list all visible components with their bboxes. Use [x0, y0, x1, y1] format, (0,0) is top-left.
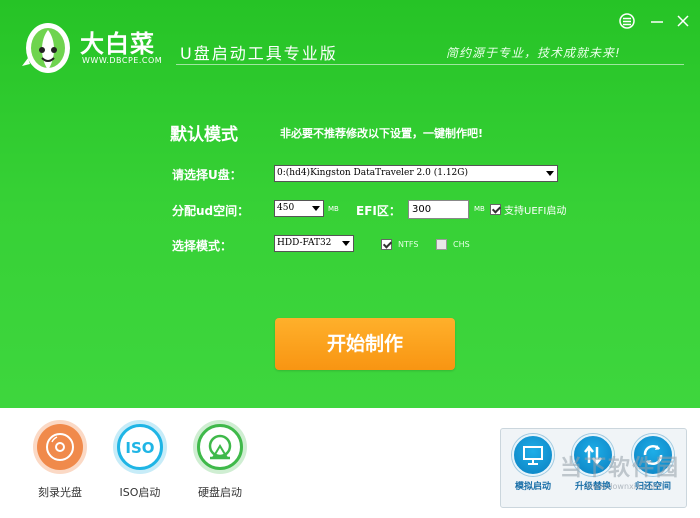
close-icon[interactable] — [674, 12, 692, 30]
mode-select-value: HDD-FAT32 — [277, 238, 332, 248]
cabbage-logo-icon — [22, 23, 70, 73]
hdd-boot-button[interactable]: 硬盘启动 — [184, 424, 256, 500]
chevron-down-icon — [546, 171, 554, 176]
simulate-boot-button[interactable]: 模拟启动 — [507, 434, 559, 492]
burn-disc-label: 刻录光盘 — [38, 486, 82, 499]
chs-label: CHS — [453, 240, 470, 249]
disc-icon — [37, 424, 83, 470]
ntfs-checkbox[interactable] — [381, 239, 392, 250]
start-button[interactable]: 开始制作 — [275, 318, 455, 370]
watermark-text: 当下软件园 — [560, 456, 681, 481]
iso-boot-label: ISO启动 — [119, 486, 161, 499]
brand-name: 大白菜 — [80, 29, 155, 58]
section-tip: 非必要不推荐修改以下设置，一键制作吧! — [280, 127, 484, 140]
uefi-label: 支持UEFI启动 — [504, 206, 567, 217]
efi-input[interactable]: 300 — [408, 200, 469, 219]
chs-checkbox[interactable] — [436, 239, 447, 250]
mode-label: 选择模式： — [172, 239, 233, 253]
hdd-boot-label: 硬盘启动 — [198, 486, 242, 499]
hard-disk-icon — [197, 424, 243, 470]
chevron-down-icon — [312, 206, 320, 211]
app-window: 大白菜 WWW.DBCPE.COM U盘启动工具专业版 简约源于专业，技术成就未… — [0, 0, 700, 518]
ntfs-label: NTFS — [398, 240, 419, 249]
efi-unit: MB — [474, 205, 485, 213]
burn-disc-button[interactable]: 刻录光盘 — [24, 424, 96, 500]
app-title: U盘启动工具专业版 — [180, 44, 338, 63]
iso-boot-button[interactable]: ISO ISO启动 — [104, 424, 176, 500]
usb-label: 请选择U盘： — [172, 168, 242, 182]
header: 大白菜 WWW.DBCPE.COM U盘启动工具专业版 简约源于专业，技术成就未… — [0, 0, 700, 82]
usb-select-value: 0:(hd4)Kingston DataTraveler 2.0 (1.12G) — [277, 168, 468, 178]
header-divider — [176, 64, 684, 65]
ud-space-value: 450 — [277, 203, 295, 213]
section-title: 默认模式 — [170, 125, 238, 145]
svg-text:ISO: ISO — [125, 439, 154, 457]
settings-icon[interactable] — [618, 12, 636, 30]
efi-label: EFI区： — [356, 204, 401, 218]
ud-label: 分配ud空间： — [172, 204, 250, 218]
monitor-icon — [512, 434, 554, 476]
watermark-url: www.downxia.com — [586, 482, 661, 491]
simulate-boot-label: 模拟启动 — [514, 482, 551, 492]
chevron-down-icon — [342, 241, 350, 246]
ud-unit: MB — [328, 205, 339, 213]
mode-select[interactable]: HDD-FAT32 — [274, 235, 354, 252]
slogan: 简约源于专业，技术成就未来! — [446, 46, 621, 60]
uefi-checkbox[interactable] — [490, 204, 501, 215]
minimize-icon[interactable] — [648, 12, 666, 30]
iso-icon: ISO — [117, 424, 163, 470]
brand-url: WWW.DBCPE.COM — [82, 56, 163, 65]
ud-space-select[interactable]: 450 — [274, 200, 324, 217]
usb-select[interactable]: 0:(hd4)Kingston DataTraveler 2.0 (1.12G) — [274, 165, 558, 182]
